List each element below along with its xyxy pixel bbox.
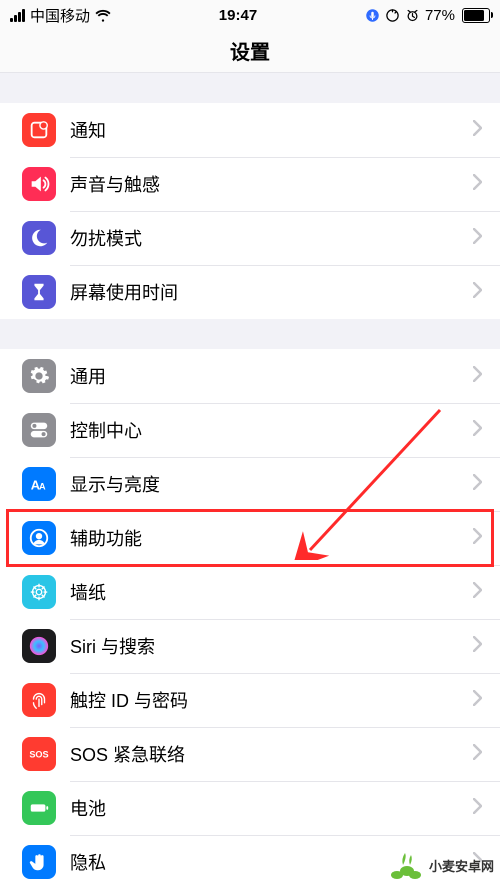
chevron-right-icon xyxy=(473,636,482,657)
settings-group: 通用控制中心AA显示与亮度辅助功能墙纸Siri 与搜索触控 ID 与密码SOSS… xyxy=(0,349,500,889)
row-label: 通知 xyxy=(70,117,473,143)
row-label: 通用 xyxy=(70,363,473,389)
row-label: 屏幕使用时间 xyxy=(70,279,473,305)
chevron-right-icon xyxy=(473,120,482,141)
row-label: 声音与触感 xyxy=(70,171,473,197)
settings-row-battery[interactable]: 电池 xyxy=(0,781,500,835)
row-label: 控制中心 xyxy=(70,417,473,443)
row-label: 触控 ID 与密码 xyxy=(70,687,473,713)
status-bar: 中国移动 19:47 77% xyxy=(0,0,500,28)
row-label: 显示与亮度 xyxy=(70,471,473,497)
chevron-right-icon xyxy=(473,690,482,711)
chevron-right-icon xyxy=(473,582,482,603)
chevron-right-icon xyxy=(473,282,482,303)
row-label: 勿扰模式 xyxy=(70,225,473,251)
person-circle-icon xyxy=(22,521,56,555)
watermark-logo-icon xyxy=(387,847,423,883)
page-title: 设置 xyxy=(0,28,500,73)
aa-icon: AA xyxy=(22,467,56,501)
chevron-right-icon xyxy=(473,474,482,495)
settings-row-notifications[interactable]: 通知 xyxy=(0,103,500,157)
speaker-icon xyxy=(22,167,56,201)
watermark-text: 小麦安卓网 xyxy=(429,856,494,875)
chevron-right-icon xyxy=(473,420,482,441)
chevron-right-icon xyxy=(473,528,482,549)
battery-icon xyxy=(22,791,56,825)
hand-icon xyxy=(22,845,56,879)
row-label: Siri 与搜索 xyxy=(70,633,473,659)
voice-icon xyxy=(365,8,380,23)
row-label: SOS 紧急联络 xyxy=(70,741,473,767)
settings-row-sounds[interactable]: 声音与触感 xyxy=(0,157,500,211)
watermark: 小麦安卓网 xyxy=(387,847,494,883)
settings-row-siri[interactable]: Siri 与搜索 xyxy=(0,619,500,673)
chevron-right-icon xyxy=(473,228,482,249)
chevron-right-icon xyxy=(473,174,482,195)
sos-icon: SOS xyxy=(22,737,56,771)
gear-icon xyxy=(22,359,56,393)
settings-row-touchid[interactable]: 触控 ID 与密码 xyxy=(0,673,500,727)
battery-pct-label: 77% xyxy=(425,7,455,24)
row-label: 辅助功能 xyxy=(70,525,473,551)
settings-group: 通知声音与触感勿扰模式屏幕使用时间 xyxy=(0,103,500,319)
lock-icon xyxy=(385,8,400,23)
svg-text:SOS: SOS xyxy=(29,750,48,760)
settings-screen: 中国移动 19:47 77% 设置 通知声音与触感勿扰模式屏幕使用时间通用控制中… xyxy=(0,0,500,889)
toggles-icon xyxy=(22,413,56,447)
wifi-icon xyxy=(95,7,111,23)
siri-icon xyxy=(22,629,56,663)
clock-label: 19:47 xyxy=(111,7,365,24)
chevron-right-icon xyxy=(473,798,482,819)
chevron-right-icon xyxy=(473,366,482,387)
settings-row-wallpaper[interactable]: 墙纸 xyxy=(0,565,500,619)
hourglass-icon xyxy=(22,275,56,309)
settings-row-general[interactable]: 通用 xyxy=(0,349,500,403)
battery-icon xyxy=(460,8,490,23)
settings-row-display[interactable]: AA 显示与亮度 xyxy=(0,457,500,511)
fingerprint-icon xyxy=(22,683,56,717)
alarm-icon xyxy=(405,8,420,23)
flower-icon xyxy=(22,575,56,609)
carrier-label: 中国移动 xyxy=(30,5,90,26)
moon-icon xyxy=(22,221,56,255)
notification-icon xyxy=(22,113,56,147)
row-label: 电池 xyxy=(70,795,473,821)
chevron-right-icon xyxy=(473,744,482,765)
svg-text:A: A xyxy=(39,482,46,492)
settings-row-accessibility[interactable]: 辅助功能 xyxy=(0,511,500,565)
settings-row-screentime[interactable]: 屏幕使用时间 xyxy=(0,265,500,319)
settings-row-control-center[interactable]: 控制中心 xyxy=(0,403,500,457)
settings-row-sos[interactable]: SOS SOS 紧急联络 xyxy=(0,727,500,781)
signal-icon xyxy=(10,9,25,22)
row-label: 墙纸 xyxy=(70,579,473,605)
settings-row-dnd[interactable]: 勿扰模式 xyxy=(0,211,500,265)
